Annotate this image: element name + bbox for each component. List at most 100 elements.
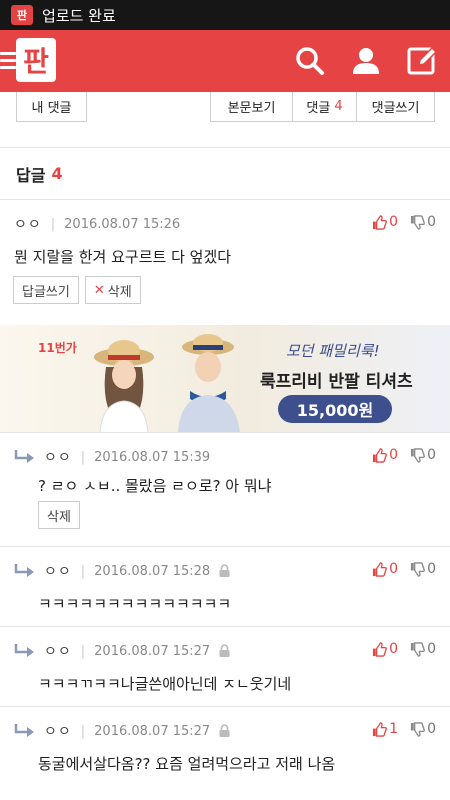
upvote-count: 0 xyxy=(389,214,399,230)
comment-item: ㅇㅇ | 2016.08.07 15:26 0 0 뭔 지랄을 한겨 요구르트 … xyxy=(0,200,450,325)
search-icon[interactable] xyxy=(294,45,326,77)
pann-app-icon: 판 xyxy=(11,5,33,25)
downvote-count: 0 xyxy=(427,214,436,230)
downvote-count: 0 xyxy=(427,641,436,657)
user-icon[interactable] xyxy=(350,45,382,77)
view-tabs: 본문보기 댓글 4 댓글쓰기 xyxy=(210,92,435,122)
reply-count: 4 xyxy=(51,164,63,183)
reply-arrow-icon xyxy=(14,724,34,737)
comment-text: 뭔 지랄을 한겨 요구르트 다 엎겠다 xyxy=(14,248,232,266)
reply-item: ㅇㅇ | 2016.08.07 15:28 0 0 ㅋㅋㅋㅋㅋㅋㅋㅋㅋㅋㅋㅋㅋㅋ xyxy=(0,547,450,627)
downvote-button[interactable]: 0 xyxy=(410,214,436,230)
tab-comments-label: 댓글 xyxy=(306,101,331,116)
ad-brand-logo: 11번가 xyxy=(38,341,77,355)
delete-button[interactable]: ✕ 삭제 xyxy=(84,276,141,304)
reply-text: 동굴에서살다옴?? 요즘 얼려먹으라고 저래 나옴 xyxy=(38,755,336,773)
reply-votes: 0 0 xyxy=(360,641,436,657)
reply-timestamp: 2016.08.07 15:28 xyxy=(94,563,211,579)
tab-write-comment[interactable]: 댓글쓰기 xyxy=(356,92,434,121)
reply-meta: ㅇㅇ | 2016.08.07 15:27 xyxy=(14,641,231,661)
reply-arrow-icon xyxy=(14,644,34,657)
reply-text: ㅋㅋㅋㅋㅋㅋㅋㅋㅋㅋㅋㅋㅋㅋ xyxy=(38,595,232,613)
downvote-count: 0 xyxy=(427,447,436,463)
reply-section-heading: 답글 4 xyxy=(0,148,450,200)
reply-actions: 삭제 xyxy=(38,501,86,529)
ad-tagline: 모던 패밀리룩! xyxy=(286,342,380,360)
close-icon: ✕ xyxy=(93,282,105,298)
ad-price-badge: 15,000원 xyxy=(278,395,392,423)
downvote-button[interactable]: 0 xyxy=(410,721,436,737)
app-header: 판 xyxy=(0,30,450,92)
thumbs-down-icon xyxy=(411,214,425,230)
reply-arrow-icon xyxy=(14,564,34,577)
write-reply-button[interactable]: 답글쓰기 xyxy=(13,276,79,304)
upvote-button[interactable]: 0 xyxy=(372,214,398,230)
comment-votes: 0 0 xyxy=(360,214,436,230)
downvote-button[interactable]: 0 xyxy=(410,561,436,577)
upvote-button[interactable]: 0 xyxy=(372,561,398,577)
lock-icon xyxy=(219,644,230,657)
comment-timestamp: 2016.08.07 15:26 xyxy=(64,216,181,232)
tab-comments-count: 4 xyxy=(334,99,343,114)
reply-author[interactable]: ㅇㅇ xyxy=(44,641,72,661)
my-comments-button[interactable]: 내 댓글 xyxy=(16,92,87,122)
reply-author[interactable]: ㅇㅇ xyxy=(44,561,72,581)
menu-icon[interactable] xyxy=(0,52,16,70)
delete-button[interactable]: 삭제 xyxy=(38,501,80,529)
tab-comments[interactable]: 댓글 4 xyxy=(292,92,356,121)
upvote-button[interactable]: 0 xyxy=(372,447,398,463)
tab-write-comment-label: 댓글쓰기 xyxy=(371,101,420,116)
meta-divider: | xyxy=(80,723,86,739)
ad-title: 룩프리비 반팔 티셔츠 xyxy=(260,372,413,392)
thumbs-up-icon xyxy=(373,214,388,230)
delete-label: 삭제 xyxy=(107,284,132,300)
reply-item: ㅇㅇ | 2016.08.07 15:39 0 0 ? ㄹㅇ ㅅㅂ.. 몰랐음 … xyxy=(0,433,450,547)
upvote-count: 1 xyxy=(389,721,399,737)
downvote-count: 0 xyxy=(427,721,436,737)
write-icon[interactable] xyxy=(406,45,438,77)
ad-kids-photo xyxy=(94,334,240,432)
pann-logo[interactable]: 판 xyxy=(16,38,56,82)
upvote-count: 0 xyxy=(389,561,399,577)
thumbs-up-icon xyxy=(373,641,388,657)
ad-banner[interactable]: 11번가 모던 패밀리룩! 룩프리비 반팔 티셔츠 15,000원 xyxy=(0,325,450,433)
meta-divider: | xyxy=(80,643,86,659)
upvote-button[interactable]: 0 xyxy=(372,641,398,657)
lock-icon xyxy=(219,724,230,737)
comment-author[interactable]: ㅇㅇ xyxy=(14,214,42,234)
upvote-count: 0 xyxy=(389,641,399,657)
meta-divider: | xyxy=(80,563,86,579)
reply-timestamp: 2016.08.07 15:39 xyxy=(94,449,211,465)
reply-timestamp: 2016.08.07 15:27 xyxy=(94,643,211,659)
upvote-count: 0 xyxy=(389,447,399,463)
thumbs-down-icon xyxy=(411,561,425,577)
reply-meta: ㅇㅇ | 2016.08.07 15:27 xyxy=(14,721,231,741)
comment-meta: ㅇㅇ | 2016.08.07 15:26 xyxy=(14,214,180,234)
meta-divider: | xyxy=(50,216,56,232)
reply-arrow-icon xyxy=(14,450,34,463)
thumbs-down-icon xyxy=(411,721,425,737)
tab-view-body-label: 본문보기 xyxy=(227,101,276,116)
lock-icon xyxy=(219,564,230,577)
reply-author[interactable]: ㅇㅇ xyxy=(44,721,72,741)
status-notification: 업로드 완료 xyxy=(42,6,116,25)
thumbs-up-icon xyxy=(373,447,388,463)
reply-meta: ㅇㅇ | 2016.08.07 15:28 xyxy=(14,561,231,581)
comment-actions: 답글쓰기 ✕ 삭제 xyxy=(13,276,147,304)
reply-text: ㅋㅋㅋㄲㅋㅋ나글쓴애아닌데 ㅈㄴ웃기네 xyxy=(38,675,292,693)
upvote-button[interactable]: 1 xyxy=(372,721,398,737)
downvote-button[interactable]: 0 xyxy=(410,447,436,463)
meta-divider: | xyxy=(80,449,86,465)
reply-votes: 0 0 xyxy=(360,561,436,577)
reply-author[interactable]: ㅇㅇ xyxy=(44,447,72,467)
tab-view-body[interactable]: 본문보기 xyxy=(211,92,292,121)
downvote-button[interactable]: 0 xyxy=(410,641,436,657)
reply-label: 답글 xyxy=(16,165,46,185)
comment-tabs: 내 댓글 본문보기 댓글 4 댓글쓰기 xyxy=(0,92,450,148)
reply-text: ? ㄹㅇ ㅅㅂ.. 몰랐음 ㄹㅇ로? 아 뭐냐 xyxy=(38,477,272,495)
downvote-count: 0 xyxy=(427,561,436,577)
thumbs-up-icon xyxy=(373,721,388,737)
thumbs-up-icon xyxy=(373,561,388,577)
reply-item: ㅇㅇ | 2016.08.07 15:27 0 0 ㅋㅋㅋㄲㅋㅋ나글쓴애아닌데 … xyxy=(0,627,450,707)
reply-meta: ㅇㅇ | 2016.08.07 15:39 xyxy=(14,447,210,467)
